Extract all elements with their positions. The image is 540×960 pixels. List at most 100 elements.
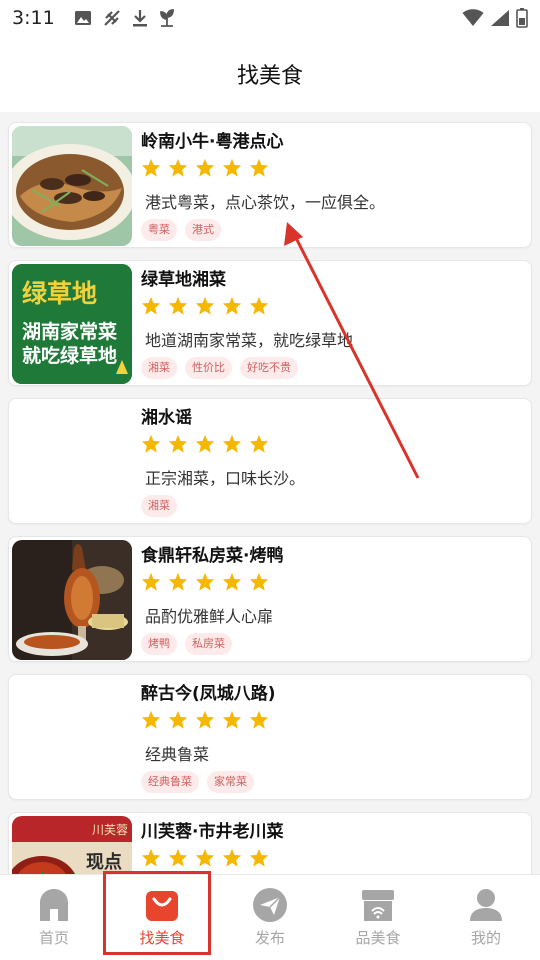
tag-list: 粤菜 港式	[141, 219, 523, 241]
restaurant-desc: 经典鲁菜	[145, 745, 210, 764]
star-icon	[168, 848, 188, 867]
tab-label: 发布	[254, 929, 285, 947]
tag-list: 湘菜 性价比 好吃不贵	[141, 357, 523, 379]
tag-list: 经典鲁菜 家常菜	[141, 771, 523, 793]
restaurant-card[interactable]: 川芙蓉 现点 川芙蓉·市井老川菜	[8, 812, 532, 874]
star-icon	[195, 572, 215, 591]
tag: 经典鲁菜	[141, 771, 199, 793]
battery-icon	[516, 8, 528, 28]
restaurant-name: 绿草地湘菜	[141, 270, 226, 289]
restaurant-name: 食鼎轩私房菜·烤鸭	[141, 546, 284, 565]
restaurant-card[interactable]: 湘水谣 正宗湘菜，口味长沙。 湘菜	[8, 398, 532, 524]
star-icon	[222, 296, 242, 315]
tag: 性价比	[185, 357, 232, 379]
star-icon	[249, 848, 269, 867]
home-icon	[40, 889, 68, 921]
restaurant-thumbnail	[12, 540, 132, 660]
tag: 家常菜	[207, 771, 254, 793]
restaurant-name: 醉古今(凤城八路)	[141, 684, 276, 703]
tag: 湘菜	[141, 357, 177, 379]
restaurant-card[interactable]: 醉古今(凤城八路) 经典鲁菜 经典鲁菜 家常菜	[8, 674, 532, 800]
restaurant-desc: 港式粤菜，点心茶饮，一应俱全。	[145, 193, 386, 212]
restaurant-name: 岭南小牛·粤港点心	[141, 132, 284, 151]
thumb-line1-text: 湖南家常菜	[22, 320, 117, 343]
restaurant-name: 湘水谣	[141, 408, 192, 427]
rating-stars	[141, 847, 523, 867]
star-icon	[249, 572, 269, 591]
restaurant-thumbnail: 绿草地 湖南家常菜 就吃绿草地	[12, 264, 132, 384]
tag: 私房菜	[185, 633, 232, 655]
status-bar: 3:11	[0, 0, 540, 36]
star-icon	[222, 848, 242, 867]
star-icon	[141, 296, 161, 315]
star-icon	[249, 434, 269, 453]
star-icon	[141, 572, 161, 591]
tab-find-food[interactable]: 找美食	[108, 875, 216, 960]
restaurant-card[interactable]: 食鼎轩私房菜·烤鸭 品酌优雅鲜人心扉 烤鸭 私房菜	[8, 536, 532, 662]
rating-stars	[141, 709, 523, 729]
image-icon	[75, 11, 91, 25]
star-icon	[141, 710, 161, 729]
star-icon	[168, 434, 188, 453]
bottom-tab-bar: 首页 找美食 发布 品美食 我的	[0, 874, 540, 960]
restaurant-desc: 地道湖南家常菜，就吃绿草地	[145, 331, 354, 350]
tab-home[interactable]: 首页	[0, 875, 108, 960]
store-icon	[362, 890, 394, 921]
star-icon	[222, 434, 242, 453]
plant-icon	[160, 9, 174, 27]
rating-stars	[141, 295, 523, 315]
restaurant-thumbnail-empty	[12, 402, 132, 522]
star-icon	[168, 572, 188, 591]
shopping-bag-icon	[146, 891, 178, 921]
rating-stars	[141, 571, 523, 591]
restaurant-list[interactable]: 岭南小牛·粤港点心 港式粤菜，点心茶饮，一应俱全。 粤菜 港式 绿草地 湖南家常…	[0, 112, 540, 874]
restaurant-name: 川芙蓉·市井老川菜	[141, 822, 284, 841]
no-sync-icon	[104, 10, 120, 26]
star-icon	[249, 158, 269, 177]
thumb-line2-text: 就吃绿草地	[22, 344, 117, 367]
rating-stars	[141, 433, 523, 453]
star-icon	[195, 434, 215, 453]
restaurant-card[interactable]: 岭南小牛·粤港点心 港式粤菜，点心茶饮，一应俱全。 粤菜 港式	[8, 122, 532, 248]
thumb-brand-text: 绿草地	[22, 279, 97, 308]
tag: 好吃不贵	[240, 357, 298, 379]
tab-label: 找美食	[139, 929, 185, 947]
wifi-icon	[462, 9, 484, 26]
tab-label: 首页	[38, 929, 69, 947]
star-icon	[195, 296, 215, 315]
star-icon	[168, 296, 188, 315]
star-icon	[195, 158, 215, 177]
tag: 烤鸭	[141, 633, 177, 655]
star-icon	[141, 158, 161, 177]
tab-mine[interactable]: 我的	[432, 875, 540, 960]
tag: 港式	[185, 219, 221, 241]
star-icon	[222, 158, 242, 177]
thumb-sub-text: 现点	[86, 851, 122, 873]
app-bar: 找美食	[0, 36, 540, 112]
tab-label: 我的	[470, 929, 501, 947]
send-icon	[253, 888, 287, 922]
star-icon	[141, 848, 161, 867]
rating-stars	[141, 157, 523, 177]
tag: 湘菜	[141, 495, 177, 517]
restaurant-desc: 正宗湘菜，口味长沙。	[145, 469, 306, 488]
thumb-brand-text: 川芙蓉	[92, 823, 128, 837]
restaurant-thumbnail-empty	[12, 678, 132, 798]
star-icon	[168, 158, 188, 177]
tab-label: 品美食	[355, 929, 401, 947]
star-icon	[249, 296, 269, 315]
star-icon	[222, 710, 242, 729]
tab-publish[interactable]: 发布	[216, 875, 324, 960]
restaurant-thumbnail: 川芙蓉 现点	[12, 816, 132, 874]
restaurant-desc: 品酌优雅鲜人心扉	[145, 607, 274, 626]
user-icon	[470, 889, 502, 921]
tag: 粤菜	[141, 219, 177, 241]
status-time: 3:11	[12, 7, 55, 29]
download-icon	[133, 10, 147, 27]
signal-icon	[491, 10, 509, 26]
star-icon	[249, 710, 269, 729]
star-icon	[195, 848, 215, 867]
tab-taste-food[interactable]: 品美食	[324, 875, 432, 960]
star-icon	[141, 434, 161, 453]
restaurant-card[interactable]: 绿草地 湖南家常菜 就吃绿草地 绿草地湘菜 地道湖南家常菜，就吃绿草地 湘菜 性…	[8, 260, 532, 386]
